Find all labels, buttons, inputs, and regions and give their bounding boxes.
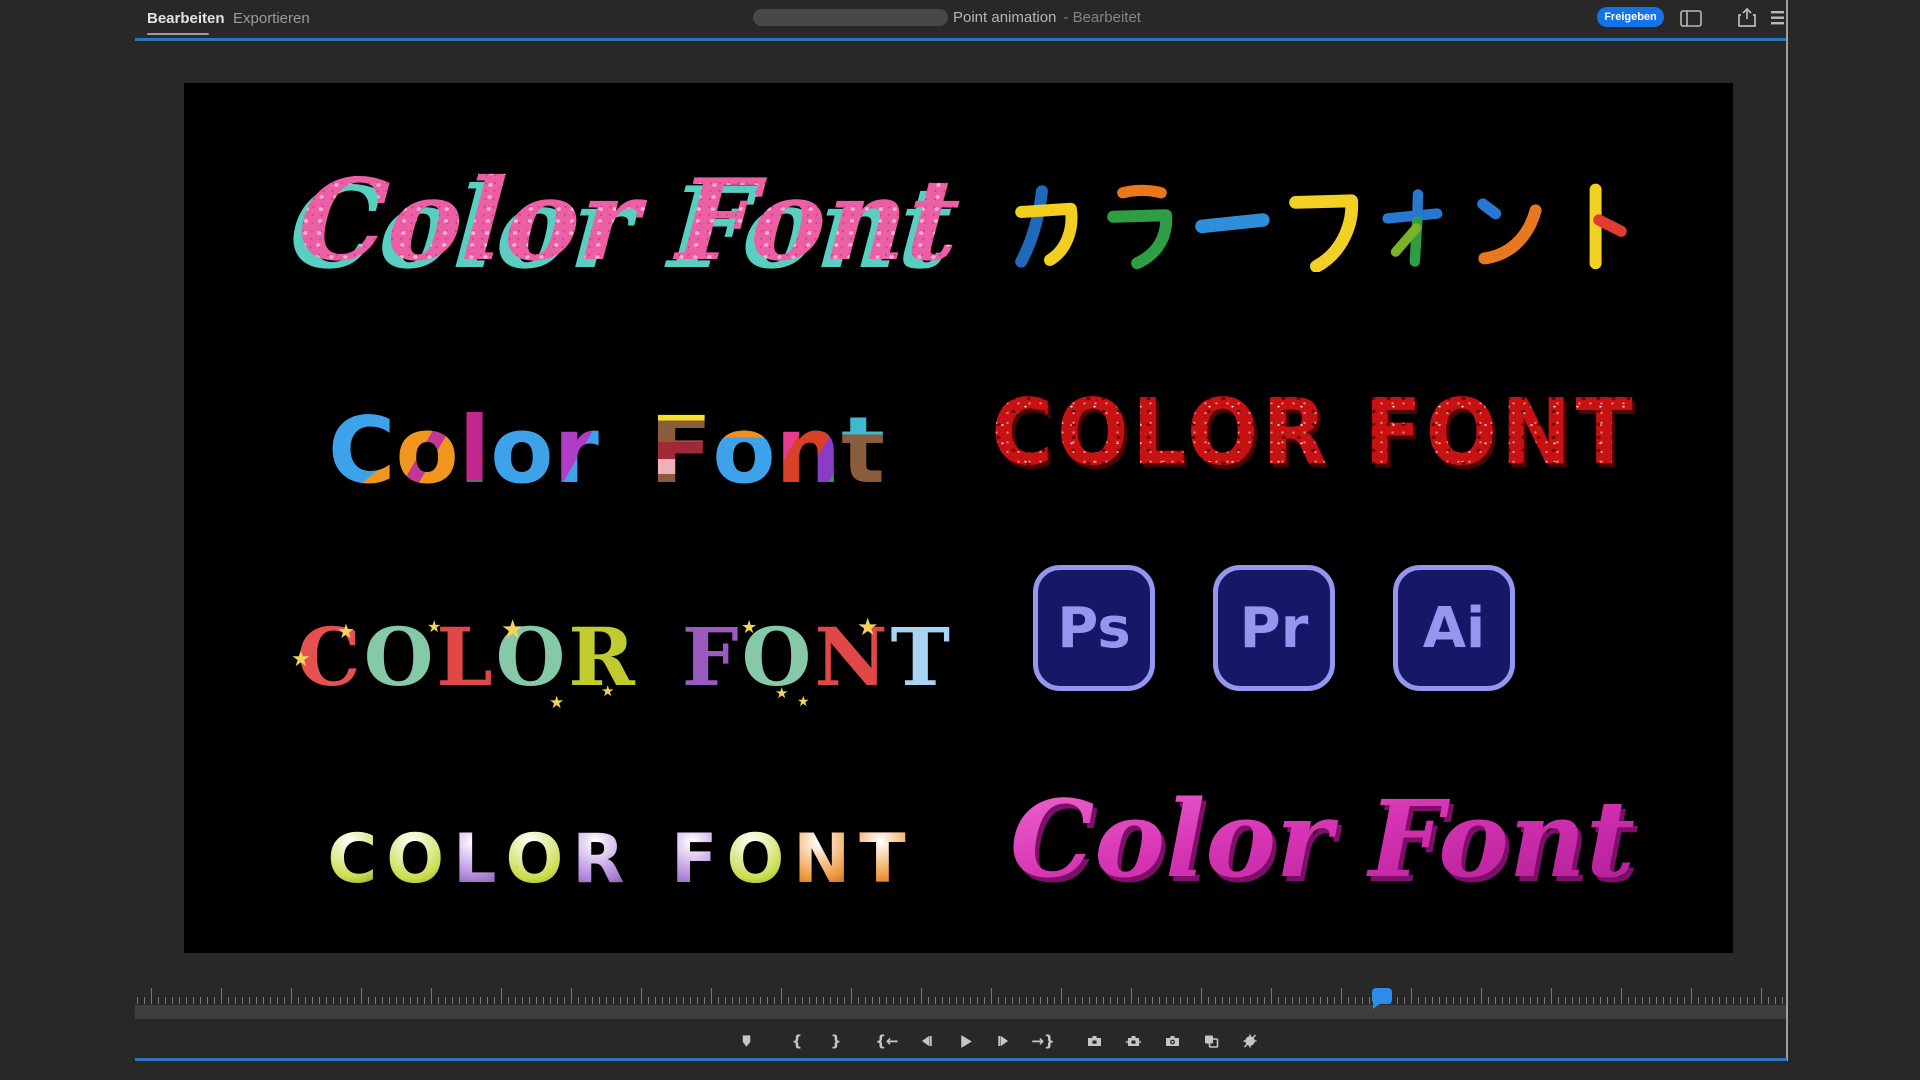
tab-bearbeiten[interactable]: Bearbeiten [147,9,225,29]
panel-divider [1786,0,1788,1061]
photoshop-badge: Ps [1033,565,1155,691]
sample-red-glitter: COLOR FONT COLOR FONT [1004,383,1624,481]
star-icon: ★ [797,694,810,708]
katakana-glyph [1191,180,1273,272]
illustrator-badge: Ai [1393,565,1515,691]
letter: t [841,397,885,504]
adobe-badges: Ps Pr Ai [1033,565,1515,691]
star-icon: ★ [741,618,757,636]
time-ruler[interactable] [135,988,1786,1004]
katakana-glyph [1559,180,1641,272]
sample-bubble-caps: COLORFONT [326,818,916,900]
gear-slash-icon[interactable] [1241,1032,1259,1050]
sample-katakana-word [1004,180,1644,272]
star-icon: ★ [601,684,614,699]
sample-glossy-script: Color Font Color Font [1040,758,1605,918]
transport-controls: { } {← →} [737,1030,1259,1052]
rounded-multicolor-word: ColorFont [328,397,885,504]
letter: C [328,397,396,504]
top-bar: Bearbeiten Exportieren Point animation -… [0,0,1920,38]
star-icon: ★ [501,616,524,642]
sequence-title-text: Point animation [953,9,1056,26]
letter: n [776,397,842,504]
bubble-caps-word: COLORFONT [327,820,914,899]
quick-export-icon[interactable] [1737,7,1757,33]
premiere-badge: Pr [1213,565,1335,691]
star-icon: ★ [337,622,355,642]
letter: O [726,820,793,899]
star-decoration-layer: ★★★★★★★★★★ [297,610,953,704]
letter: o [490,397,553,504]
katakana-glyph [1467,180,1549,272]
mark-out-button[interactable]: } [827,1032,845,1050]
red-glitter-text: COLOR FONT [991,379,1636,485]
extract-button[interactable] [1124,1032,1142,1050]
letter: O [505,820,572,899]
workspace-icon[interactable] [1680,10,1702,32]
sample-pink-script: Color Font Color Font [339,138,919,303]
playhead-marker[interactable] [1372,988,1392,1004]
katakana-glyph [1283,180,1365,272]
letter: F [649,397,712,504]
comparison-view-button[interactable] [1202,1032,1220,1050]
active-tab-underline [147,33,209,35]
letter: C [327,820,386,899]
letter: F [671,820,726,899]
go-to-out-button[interactable]: →} [1034,1032,1052,1050]
sequence-title: Point animation - Bearbeitet [953,9,1141,26]
sample-rounded-multicolor: ColorFont [314,403,899,498]
mark-in-button[interactable]: { [788,1032,806,1050]
timeline-scrollbar[interactable] [135,1005,1786,1019]
katakana-glyph [1007,180,1089,272]
star-icon: ★ [291,648,311,670]
letter: N [793,820,859,899]
glossy-script-text: Color Font [1010,776,1635,901]
hamburger-menu-icon[interactable] [1770,9,1785,32]
tab-exportieren[interactable]: Exportieren [233,9,310,29]
letter: l [459,397,491,504]
katakana-glyph [1099,180,1181,272]
sample-star-serif: COLORFONT ★★★★★★★★★★ [330,603,920,711]
project-name-pill-blurred [753,9,948,26]
letter: L [453,820,505,899]
step-back-button[interactable] [917,1032,935,1050]
star-icon: ★ [857,616,879,640]
panel-focus-border-bottom [135,1058,1787,1061]
add-marker-button[interactable] [737,1032,755,1050]
letter: o [396,397,459,504]
export-frame-button[interactable] [1163,1032,1181,1050]
letter: O [386,820,453,899]
letter: r [553,397,598,504]
star-icon: ★ [775,686,788,701]
program-monitor-canvas: Color Font Color Font ColorFont COLOR FO… [184,83,1733,953]
letter: T [859,820,914,899]
panel-focus-border-top [135,38,1787,41]
letter: R [572,820,633,899]
go-to-in-button[interactable]: {← [878,1032,896,1050]
step-forward-button[interactable] [995,1032,1013,1050]
star-icon: ★ [427,620,441,636]
lift-button[interactable] [1085,1032,1103,1050]
sequence-modified-text: - Bearbeitet [1063,9,1141,26]
katakana-glyph [1375,180,1457,272]
play-button[interactable] [956,1032,974,1050]
share-button[interactable]: Freigeben [1597,7,1664,27]
pink-script-text: Color Font [294,155,964,286]
star-icon: ★ [549,694,564,711]
letter: o [712,397,775,504]
